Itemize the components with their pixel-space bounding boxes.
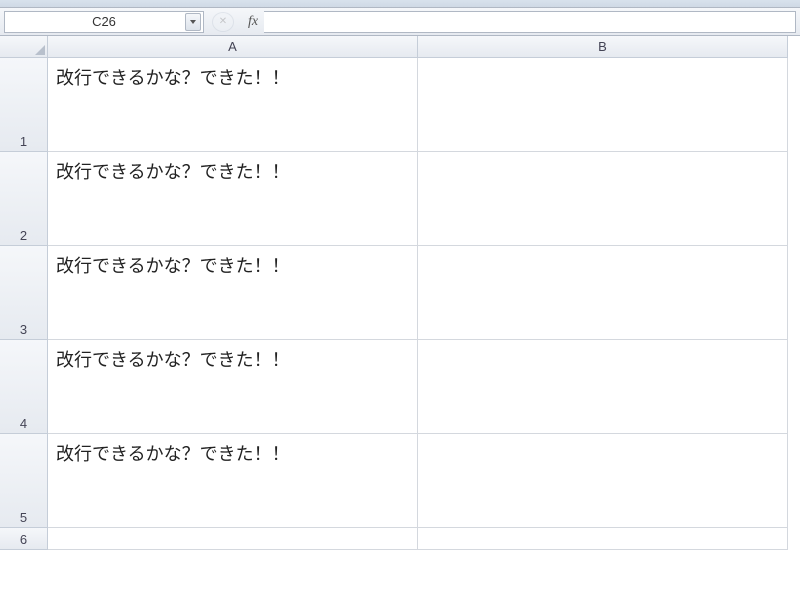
cell-value: 改行できるかな？できた！！	[56, 440, 290, 466]
cell-a6[interactable]	[48, 528, 418, 550]
fx-section: ✕ fx	[212, 12, 264, 32]
table-row: 改行できるかな？できた！！	[48, 246, 788, 340]
cell-a5[interactable]: 改行できるかな？できた！！	[48, 434, 418, 528]
row-headers: 1 2 3 4 5 6	[0, 58, 48, 550]
column-header-b[interactable]: B	[418, 36, 788, 58]
row-header-2[interactable]: 2	[0, 152, 48, 246]
select-all-triangle-icon	[35, 45, 45, 55]
row-header-3[interactable]: 3	[0, 246, 48, 340]
cells-area: 改行できるかな？できた！！ 改行できるかな？できた！！ 改行できるかな？できた！…	[48, 58, 788, 550]
cell-a2[interactable]: 改行できるかな？できた！！	[48, 152, 418, 246]
cancel-formula-button[interactable]: ✕	[212, 12, 234, 32]
name-box[interactable]: C26	[4, 11, 204, 33]
spreadsheet-grid: A B 1 2 3 4 5 6	[0, 36, 800, 550]
cell-value: 改行できるかな？できた！！	[56, 158, 290, 184]
cell-value: 改行できるかな？できた！！	[56, 346, 290, 372]
cell-value: 改行できるかな？できた！！	[56, 64, 290, 90]
row-header-5[interactable]: 5	[0, 434, 48, 528]
cell-b2[interactable]	[418, 152, 788, 246]
row-number: 5	[20, 510, 27, 525]
column-label: A	[228, 39, 237, 54]
cell-a4[interactable]: 改行できるかな？できた！！	[48, 340, 418, 434]
cell-b3[interactable]	[418, 246, 788, 340]
formula-input[interactable]	[264, 11, 796, 33]
fx-icon[interactable]: fx	[248, 14, 258, 30]
table-row: 改行できるかな？できた！！	[48, 58, 788, 152]
table-row: 改行できるかな？できた！！	[48, 434, 788, 528]
column-headers: A B	[0, 36, 800, 58]
cell-b5[interactable]	[418, 434, 788, 528]
formula-bar: C26 ✕ fx	[0, 8, 800, 36]
cell-value: 改行できるかな？できた！！	[56, 252, 290, 278]
ribbon-edge	[0, 0, 800, 8]
row-number: 4	[20, 416, 27, 431]
row-number: 2	[20, 228, 27, 243]
column-header-a[interactable]: A	[48, 36, 418, 58]
cell-a3[interactable]: 改行できるかな？できた！！	[48, 246, 418, 340]
grid-body: 1 2 3 4 5 6 改行できるかな？できた！！	[0, 58, 800, 550]
table-row: 改行できるかな？できた！！	[48, 340, 788, 434]
table-row	[48, 528, 788, 550]
row-number: 3	[20, 322, 27, 337]
name-box-dropdown[interactable]	[185, 13, 201, 31]
name-box-value: C26	[92, 14, 116, 29]
cell-b4[interactable]	[418, 340, 788, 434]
row-header-1[interactable]: 1	[0, 58, 48, 152]
row-number: 6	[20, 532, 27, 547]
cell-a1[interactable]: 改行できるかな？できた！！	[48, 58, 418, 152]
cell-b6[interactable]	[418, 528, 788, 550]
column-label: B	[598, 39, 607, 54]
row-header-6[interactable]: 6	[0, 528, 48, 550]
row-number: 1	[20, 134, 27, 149]
row-header-4[interactable]: 4	[0, 340, 48, 434]
table-row: 改行できるかな？できた！！	[48, 152, 788, 246]
select-all-corner[interactable]	[0, 36, 48, 58]
cell-b1[interactable]	[418, 58, 788, 152]
